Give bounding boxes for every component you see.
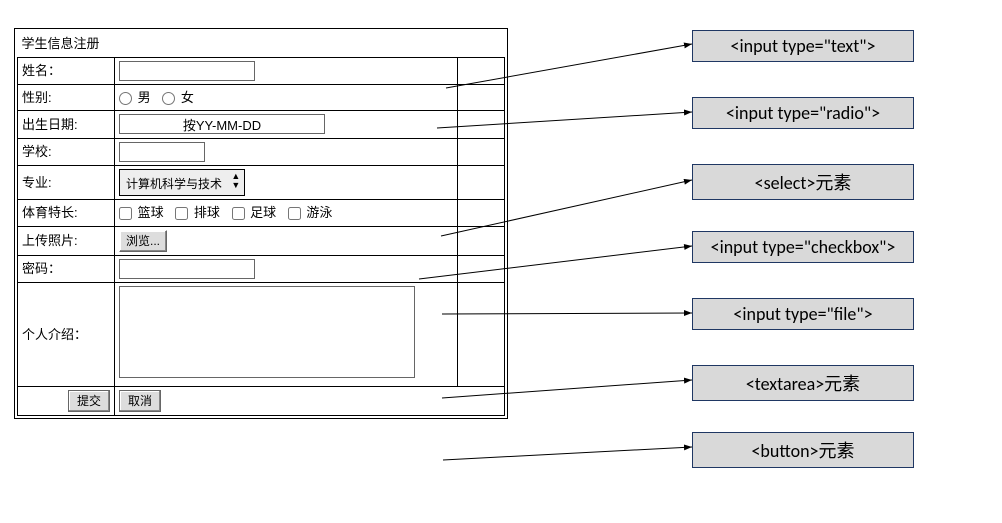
major-selected-text: 计算机科学与技术 <box>126 177 222 191</box>
sport-swim-text: 游泳 <box>306 205 332 220</box>
page: 学生信息注册 姓名： 性别: 男 女 <box>0 0 1002 523</box>
sport-football-checkbox[interactable] <box>232 207 245 220</box>
school-input[interactable] <box>119 142 205 162</box>
tag-textarea: <textarea>元素 <box>692 365 914 401</box>
sport-basketball-option[interactable]: 篮球 <box>119 205 167 220</box>
name-label: 姓名： <box>18 57 115 84</box>
gap <box>458 57 505 84</box>
sport-cell: 篮球 排球 足球 游泳 <box>115 200 458 227</box>
select-spinner-icon: ▲▼ <box>231 172 240 190</box>
cancel-button[interactable]: 取消 <box>119 390 161 412</box>
birth-label: 出生日期: <box>18 111 115 139</box>
name-input[interactable] <box>119 61 255 81</box>
submit-cell: 提交 <box>18 387 115 416</box>
student-form: 学生信息注册 姓名： 性别: 男 女 <box>14 28 508 419</box>
form-table: 学生信息注册 姓名： 性别: 男 女 <box>17 31 505 416</box>
bio-label: 个人介绍： <box>18 282 115 387</box>
sport-volleyball-option[interactable]: 排球 <box>175 205 223 220</box>
tag-button: <button>元素 <box>692 432 914 468</box>
major-select[interactable]: 计算机科学与技术 ▲▼ <box>119 169 245 196</box>
school-cell <box>115 139 458 166</box>
sport-swim-option[interactable]: 游泳 <box>288 205 333 220</box>
tag-select: <select>元素 <box>692 164 914 200</box>
tag-input-file: <input type="file"> <box>692 298 914 330</box>
birth-cell <box>115 111 458 139</box>
gender-female-text: 女 <box>181 90 194 105</box>
major-cell: 计算机科学与技术 ▲▼ <box>115 166 458 200</box>
sport-football-text: 足球 <box>250 205 276 220</box>
sport-volleyball-text: 排球 <box>194 205 220 220</box>
pwd-cell <box>115 255 458 282</box>
name-cell <box>115 57 458 84</box>
bio-cell <box>115 282 458 387</box>
tag-input-text: <input type="text"> <box>692 30 914 62</box>
sport-volleyball-checkbox[interactable] <box>175 207 188 220</box>
browse-button[interactable]: 浏览... <box>119 230 167 252</box>
gender-male-option[interactable]: 男 <box>119 90 154 105</box>
sport-football-option[interactable]: 足球 <box>232 205 280 220</box>
sport-label: 体育特长: <box>18 200 115 227</box>
gender-female-radio[interactable] <box>162 92 175 105</box>
photo-cell: 浏览... <box>115 226 458 255</box>
birth-input[interactable] <box>119 114 325 134</box>
gender-male-radio[interactable] <box>119 92 132 105</box>
tag-input-radio: <input type="radio"> <box>692 97 914 129</box>
tag-input-checkbox: <input type="checkbox"> <box>692 231 914 263</box>
submit-button[interactable]: 提交 <box>68 390 110 412</box>
form-title: 学生信息注册 <box>18 31 505 57</box>
gender-label: 性别: <box>18 84 115 111</box>
photo-label: 上传照片: <box>18 226 115 255</box>
pwd-input[interactable] <box>119 259 255 279</box>
gender-female-option[interactable]: 女 <box>162 90 194 105</box>
sport-basketball-checkbox[interactable] <box>119 207 132 220</box>
sport-basketball-text: 篮球 <box>138 205 164 220</box>
school-label: 学校: <box>18 139 115 166</box>
gender-male-text: 男 <box>138 90 151 105</box>
major-label: 专业: <box>18 166 115 200</box>
gender-cell: 男 女 <box>115 84 458 111</box>
pwd-label: 密码： <box>18 255 115 282</box>
bio-textarea[interactable] <box>119 286 415 378</box>
cancel-cell: 取消 <box>115 387 505 416</box>
sport-swim-checkbox[interactable] <box>288 207 301 220</box>
